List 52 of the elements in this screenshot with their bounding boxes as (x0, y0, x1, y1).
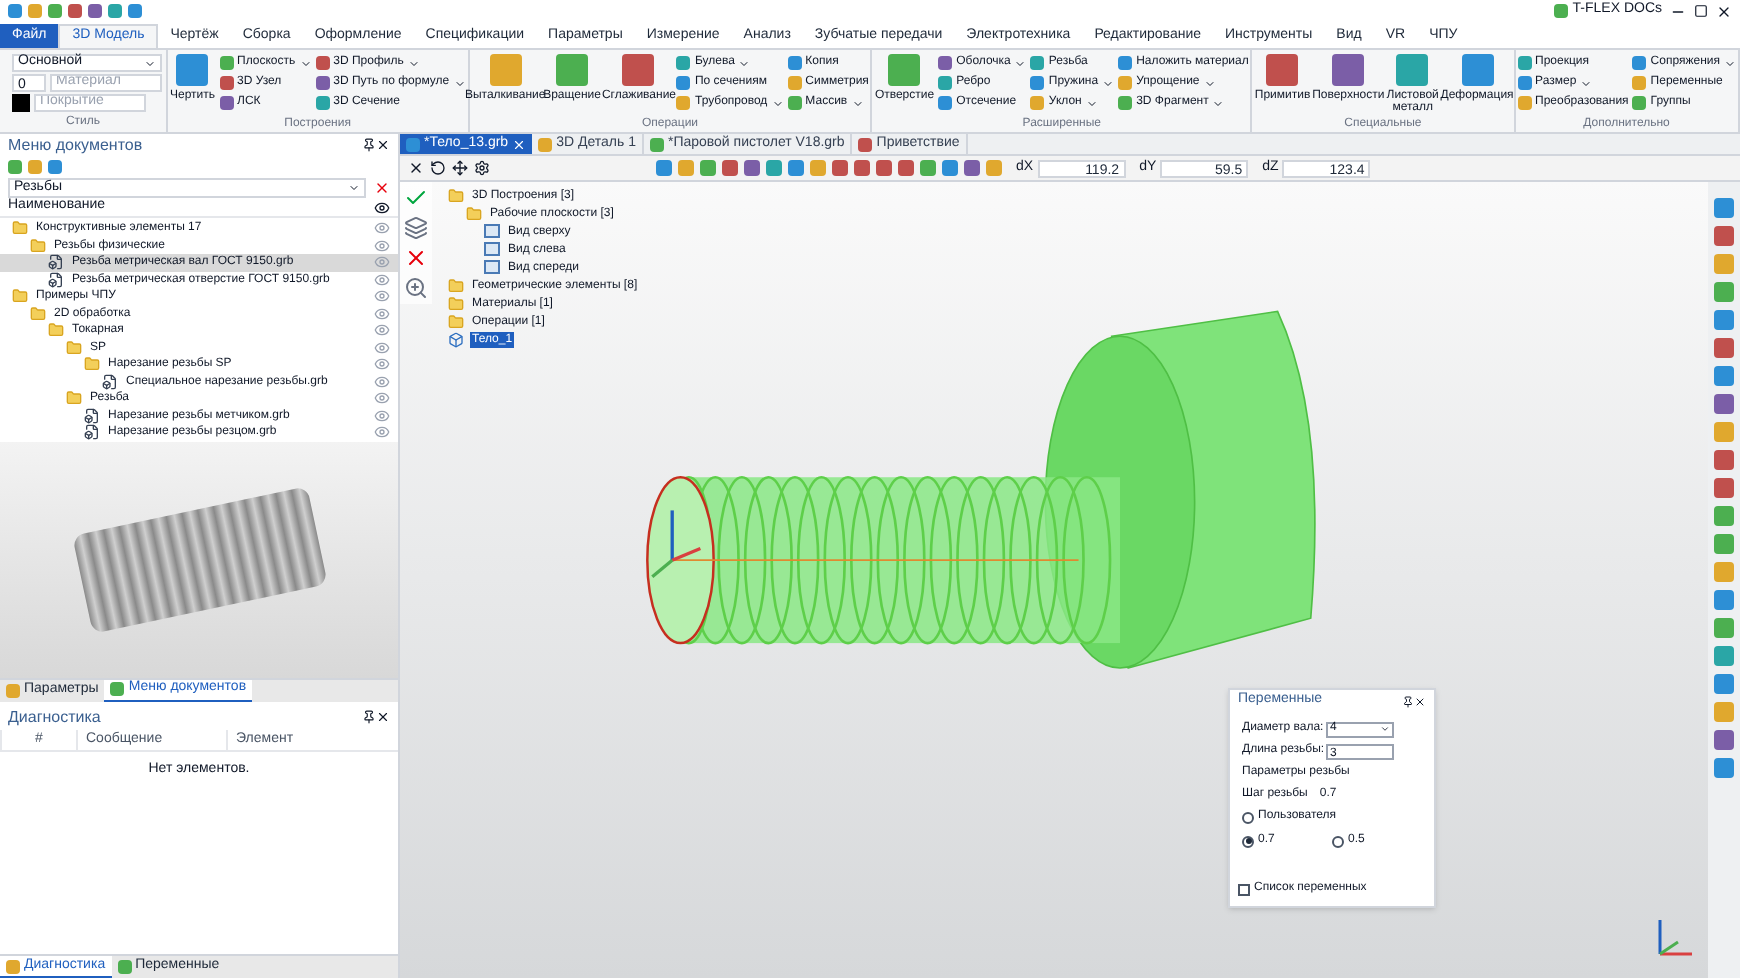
panel-title: Диагностика (8, 705, 101, 729)
tool-icon (888, 54, 921, 86)
undo-icon[interactable] (430, 160, 446, 176)
tool-icon (622, 54, 655, 86)
caret-icon (851, 97, 864, 109)
panel-title: Меню документов (8, 133, 143, 157)
tool-icon (556, 54, 589, 86)
tool-icon (406, 137, 420, 151)
move-icon[interactable] (452, 160, 468, 176)
color-swatch[interactable] (12, 94, 30, 112)
layers-icon[interactable] (404, 216, 428, 240)
tool-icon (6, 959, 20, 973)
tool-icon (489, 54, 522, 86)
tool-icon (1332, 54, 1365, 86)
tool-icon (538, 137, 553, 151)
cancel-icon[interactable] (404, 246, 428, 270)
close-icon[interactable] (376, 138, 390, 152)
caret-icon (453, 77, 466, 89)
zoom-icon[interactable] (404, 276, 428, 300)
folder-icon (66, 390, 82, 407)
file-icon (102, 373, 118, 390)
check-icon[interactable] (404, 186, 428, 210)
tool-icon (6, 683, 20, 697)
tool-icon (1266, 54, 1299, 86)
maximize-icon[interactable] (1694, 4, 1708, 18)
body-icon (448, 331, 464, 347)
caret-icon (1724, 57, 1736, 69)
caret-icon (144, 57, 156, 69)
tool-icon (1396, 54, 1429, 86)
close-icon[interactable] (408, 160, 424, 176)
clear-icon[interactable] (374, 180, 390, 196)
tool-icon (117, 960, 132, 974)
pin-icon[interactable] (362, 710, 376, 724)
pin-icon[interactable] (362, 138, 376, 152)
caret-icon (1580, 77, 1593, 89)
caret-icon (407, 57, 420, 69)
caret-icon (1380, 724, 1390, 734)
caret-icon (1014, 57, 1027, 69)
pin-icon[interactable] (1402, 695, 1414, 707)
caret-icon (299, 57, 312, 69)
caret-icon (348, 182, 360, 194)
tool-icon (110, 682, 125, 696)
settings-icon[interactable] (474, 160, 490, 176)
visibility-icon[interactable] (374, 199, 390, 215)
close-icon[interactable] (1716, 3, 1732, 19)
tool-icon (176, 54, 209, 86)
tool-icon (1554, 4, 1569, 18)
close-icon[interactable] (1414, 695, 1426, 707)
tool-icon (1461, 54, 1494, 86)
caret-icon (738, 57, 751, 69)
close-icon[interactable] (376, 710, 390, 724)
caret-icon (771, 97, 784, 109)
